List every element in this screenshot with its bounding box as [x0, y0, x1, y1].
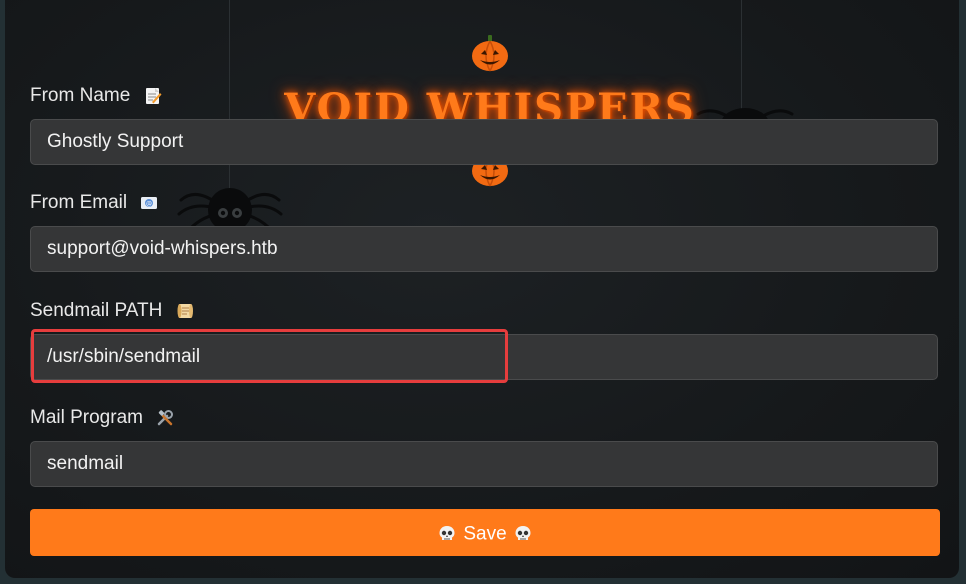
from-email-input[interactable] — [30, 226, 938, 272]
mail-program-input[interactable] — [30, 441, 938, 487]
envelope-icon: @ — [141, 196, 158, 209]
sendmail-path-label: Sendmail PATH — [30, 299, 194, 323]
window-frame: VOID WHISPERS From Name Ghostly Support … — [0, 0, 966, 584]
from-name-input[interactable] — [30, 119, 938, 165]
skull-icon — [515, 525, 531, 540]
scroll-icon — [177, 303, 193, 318]
save-button-label: Save — [463, 523, 507, 545]
tools-icon — [158, 409, 174, 426]
from-email-label-text: From Email — [30, 192, 128, 213]
save-button[interactable]: Save — [30, 509, 940, 556]
page-title: VOID WHISPERS — [255, 22, 725, 187]
from-name-label-text: From Name — [30, 85, 131, 106]
pumpkin-icon — [472, 35, 508, 72]
sendmail-path-input[interactable] — [30, 334, 938, 380]
sendmail-path-label-text: Sendmail PATH — [30, 300, 163, 321]
mail-program-label: Mail Program — [30, 406, 174, 430]
settings-panel: VOID WHISPERS From Name Ghostly Support … — [5, 0, 959, 578]
mail-program-label-text: Mail Program — [30, 407, 143, 428]
from-email-label: From Email @ — [30, 191, 158, 215]
from-name-label: From Name — [30, 84, 162, 108]
svg-text:@: @ — [146, 200, 152, 207]
skull-icon — [439, 525, 455, 540]
web-string — [741, 0, 742, 110]
memo-icon — [145, 87, 162, 104]
